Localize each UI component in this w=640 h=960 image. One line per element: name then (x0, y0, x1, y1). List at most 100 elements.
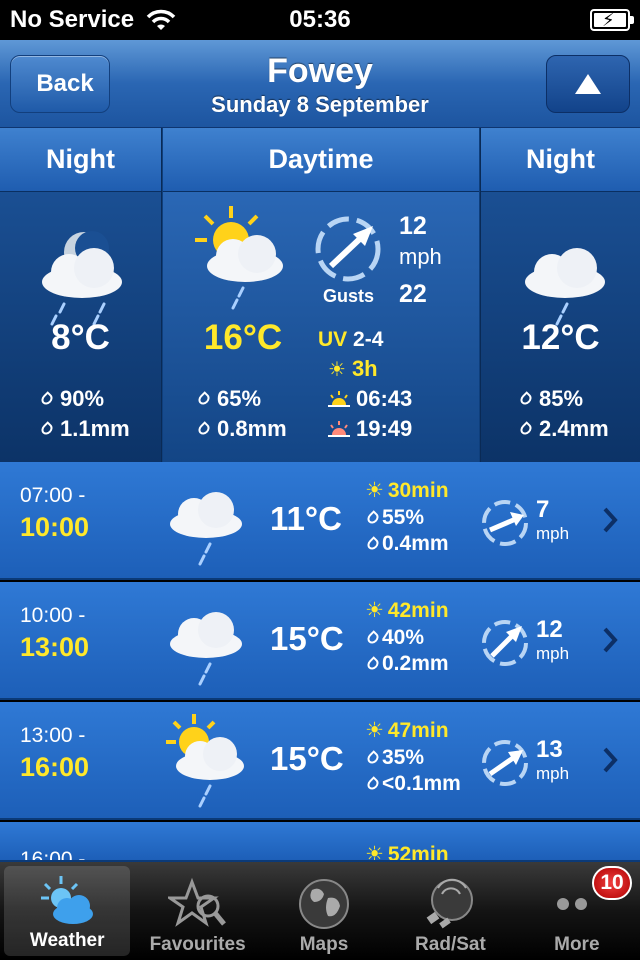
summary-daytime: Daytime 12 mph Gusts 22 16°C UV 2-4 ☀ 3h… (163, 128, 479, 462)
gusts-label: Gusts (323, 286, 375, 306)
tab-label: More (554, 934, 600, 955)
summary-night-label: Night (0, 128, 161, 192)
row-rain: <0.1mm (365, 772, 461, 796)
summary-night-early: Night 8°C 90% 1.1mm (0, 128, 162, 462)
tab-radsat[interactable]: Rad/Sat (387, 862, 513, 960)
summary-night-label: Night (481, 128, 640, 192)
wind-direction-icon (482, 740, 528, 786)
sun-icon: ☀ (365, 599, 384, 622)
drop-icon (518, 421, 534, 437)
row-temp: 11°C (270, 500, 342, 537)
sun-icon: ☀ (328, 358, 346, 381)
row-sunshine: ☀ 30min (365, 478, 449, 503)
page-title: Fowey (267, 52, 373, 90)
tab-weather[interactable]: Weather (4, 866, 131, 956)
back-button[interactable]: Back (10, 55, 110, 113)
row-temp: 15°C (270, 740, 344, 777)
drop-icon (365, 536, 381, 552)
summary-temp: 8°C (51, 318, 110, 357)
tab-favourites[interactable]: Favourites (134, 862, 260, 960)
satellite-icon (427, 878, 474, 929)
drop-icon (196, 391, 212, 407)
row-humidity: 40% (365, 626, 424, 650)
tab-bar: Weather Favourites Maps Rad/Sat More 10 (0, 862, 640, 960)
sun-cloud-rain-icon (195, 206, 283, 310)
globe-icon (299, 879, 350, 929)
row-rain: 0.4mm (365, 532, 449, 556)
summary-humidity: 90% (39, 386, 104, 412)
weather-icon (41, 876, 94, 924)
cloud-rain-icon (170, 492, 242, 566)
summary-daytime-label: Daytime (163, 128, 479, 192)
sun-icon: ☀ (365, 843, 384, 862)
sunrise-time: 06:43 (328, 386, 412, 412)
tab-label: Weather (29, 930, 105, 951)
hourly-row[interactable]: 10:00 - 13:00 15°C ☀ 42min 40% 0.2mm 12 m… (0, 582, 640, 700)
row-sunshine: ☀ 52min (365, 842, 449, 862)
row-start-time: 16:00 - (20, 848, 86, 862)
row-start-time: 07:00 - (20, 484, 86, 507)
hourly-row[interactable]: 13:00 - 16:00 15°C ☀ 47min 35% <0.1mm 13 … (0, 702, 640, 820)
summary-rain: 1.1mm (39, 416, 130, 442)
drop-icon (365, 656, 381, 672)
chevron-right-icon[interactable] (602, 506, 618, 534)
battery-icon: ⚡ (590, 9, 634, 31)
row-end-time: 16:00 (20, 752, 90, 782)
row-end-time: 10:00 (20, 512, 90, 542)
tab-maps[interactable]: Maps (261, 862, 387, 960)
summary-rain: 0.8mm (196, 416, 287, 442)
moon-cloud-rain-icon (42, 231, 122, 326)
sunset-icon (328, 421, 350, 437)
wind-unit: mph (399, 244, 442, 269)
wind-direction-icon (482, 500, 528, 546)
tab-label: Favourites (149, 934, 246, 955)
sunrise-icon (328, 391, 350, 407)
row-sunshine: ☀ 47min (365, 718, 449, 743)
hourly-row[interactable]: 16:00 - ☀ 52min (0, 822, 640, 862)
notification-badge: 10 (592, 866, 633, 900)
chevron-right-icon[interactable] (602, 626, 618, 654)
row-wind-speed: 12 (536, 616, 563, 643)
wind-direction-icon (482, 620, 528, 666)
drop-icon (39, 391, 55, 407)
up-button[interactable] (546, 55, 630, 113)
cloud-rain-icon (525, 248, 605, 326)
summary-humidity: 65% (196, 386, 261, 412)
row-temp: 15°C (270, 620, 344, 657)
drop-icon (365, 510, 381, 526)
summary-humidity: 85% (518, 386, 583, 412)
sun-icon: ☀ (365, 719, 384, 742)
drop-icon (39, 421, 55, 437)
page-subtitle: Sunday 8 September (211, 92, 429, 117)
wind-speed: 12 (399, 212, 427, 240)
tab-more[interactable]: More 10 (514, 862, 640, 960)
cloud-rain-icon (170, 612, 242, 686)
uv-index: UV 2-4 (318, 328, 384, 351)
summary-temp: 12°C (521, 318, 600, 357)
sun-icon: ☀ (365, 479, 384, 502)
row-humidity: 35% (365, 746, 424, 770)
nav-bar: Back Fowey Sunday 8 September (0, 40, 640, 128)
status-bar: No Service 05:36 ⚡ (0, 0, 640, 40)
row-wind-unit: mph (536, 764, 570, 783)
hourly-row[interactable]: 07:00 - 10:00 11°C ☀ 30min 55% 0.4mm 7 mp… (0, 462, 640, 580)
day-summary: Night 8°C 90% 1.1mm Daytime 12 mph Gusts… (0, 128, 640, 462)
row-rain: 0.2mm (365, 652, 449, 676)
tab-label: Rad/Sat (415, 934, 486, 955)
up-arrow-icon (575, 74, 601, 94)
row-sunshine: ☀ 42min (365, 598, 449, 623)
summary-temp: 16°C (203, 318, 283, 357)
sun-cloud-rain-icon (166, 714, 244, 808)
favourites-icon (167, 877, 226, 927)
row-wind-speed: 13 (536, 736, 563, 763)
drop-icon (365, 776, 381, 792)
chevron-right-icon[interactable] (602, 746, 618, 774)
row-start-time: 10:00 - (20, 604, 86, 627)
wifi-icon (146, 9, 176, 30)
summary-night-late: Night 12°C 85% 2.4mm (480, 128, 640, 462)
wind-direction-icon (315, 216, 381, 282)
gusts-value: 22 (399, 280, 427, 308)
drop-icon (365, 630, 381, 646)
sunset-time: 19:49 (328, 416, 412, 442)
row-end-time: 13:00 (20, 632, 90, 662)
